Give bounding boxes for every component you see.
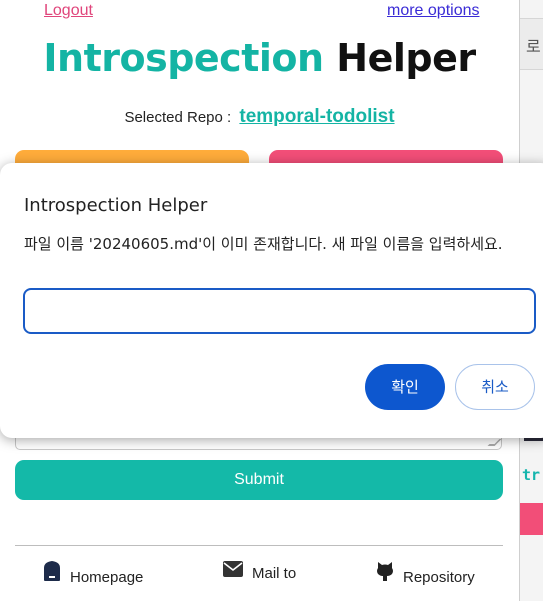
- footer-mail-link[interactable]: Mail to: [222, 560, 296, 582]
- dialog-title: Introspection Helper: [24, 195, 208, 216]
- filename-input[interactable]: [23, 288, 536, 334]
- background-teal-glyph: tr: [522, 466, 541, 484]
- home-icon: [42, 560, 62, 586]
- more-options-link[interactable]: more options: [387, 2, 480, 20]
- selected-repo-link[interactable]: temporal-todolist: [239, 106, 394, 127]
- selected-repo-label: Selected Repo :: [124, 109, 232, 126]
- title-introspection: Introspection: [43, 36, 324, 80]
- github-icon: [375, 560, 395, 586]
- footer-homepage-label: Homepage: [70, 569, 144, 586]
- resize-grip-icon[interactable]: [487, 439, 502, 446]
- confirm-button[interactable]: 확인: [365, 364, 445, 410]
- submit-button[interactable]: Submit: [15, 460, 503, 500]
- dialog-message: 파일 이름 '20240605.md'이 이미 존재합니다. 새 파일 이름을 …: [24, 235, 503, 253]
- logout-link[interactable]: Logout: [44, 2, 93, 20]
- background-tab: 로: [520, 18, 543, 70]
- mail-icon: [222, 560, 244, 582]
- footer-mail-label: Mail to: [252, 565, 297, 582]
- page-title: Introspection Helper: [0, 36, 519, 80]
- footer-divider: [15, 545, 503, 546]
- background-pink-block: [520, 503, 543, 535]
- prompt-dialog: Introspection Helper 파일 이름 '20240605.md'…: [0, 163, 543, 438]
- title-helper: Helper: [336, 36, 476, 80]
- selected-repo: Selected Repo : temporal-todolist: [0, 106, 519, 128]
- cancel-button[interactable]: 취소: [455, 364, 535, 410]
- footer-repository-label: Repository: [403, 569, 475, 586]
- footer-homepage-link[interactable]: Homepage: [42, 560, 143, 586]
- footer-repository-link[interactable]: Repository: [375, 560, 475, 586]
